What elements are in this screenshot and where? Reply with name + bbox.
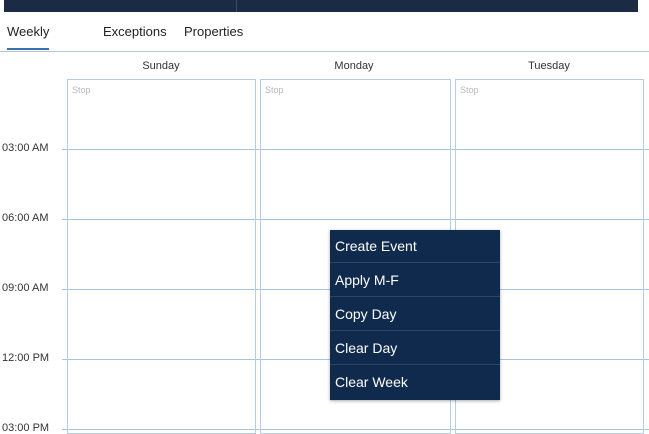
menu-item-copy-day[interactable]: Copy Day bbox=[330, 298, 500, 331]
header-divider bbox=[236, 0, 237, 12]
menu-item-clear-day[interactable]: Clear Day bbox=[330, 332, 500, 365]
time-label-1200: 12:00 PM bbox=[2, 352, 50, 364]
tab-properties[interactable]: Properties bbox=[184, 24, 243, 39]
time-label-0600: 06:00 AM bbox=[2, 212, 49, 224]
day-column-sunday[interactable]: Stop bbox=[67, 79, 256, 434]
menu-item-create-event[interactable]: Create Event bbox=[330, 230, 500, 263]
tab-bar: Weekly Exceptions Properties bbox=[0, 14, 649, 52]
menu-item-apply-m-f[interactable]: Apply M-F bbox=[330, 264, 500, 297]
time-label-0900: 09:00 AM bbox=[2, 282, 49, 294]
time-label-1500: 03:00 PM bbox=[2, 422, 50, 434]
day-state-label: Stop bbox=[265, 85, 284, 95]
day-state-label: Stop bbox=[460, 85, 479, 95]
day-header-tuesday: Tuesday bbox=[528, 60, 570, 72]
day-header-sunday: Sunday bbox=[142, 60, 180, 72]
context-menu: Create Event Apply M-F Copy Day Clear Da… bbox=[330, 230, 500, 400]
time-label-0300: 03:00 AM bbox=[2, 142, 49, 154]
menu-item-clear-week[interactable]: Clear Week bbox=[330, 366, 500, 399]
day-header-monday: Monday bbox=[334, 60, 374, 72]
tab-weekly[interactable]: Weekly bbox=[7, 24, 50, 50]
day-state-label: Stop bbox=[72, 85, 91, 95]
header-strip bbox=[4, 0, 638, 12]
tab-exceptions[interactable]: Exceptions bbox=[103, 24, 167, 39]
top-header-bar bbox=[0, 0, 649, 12]
